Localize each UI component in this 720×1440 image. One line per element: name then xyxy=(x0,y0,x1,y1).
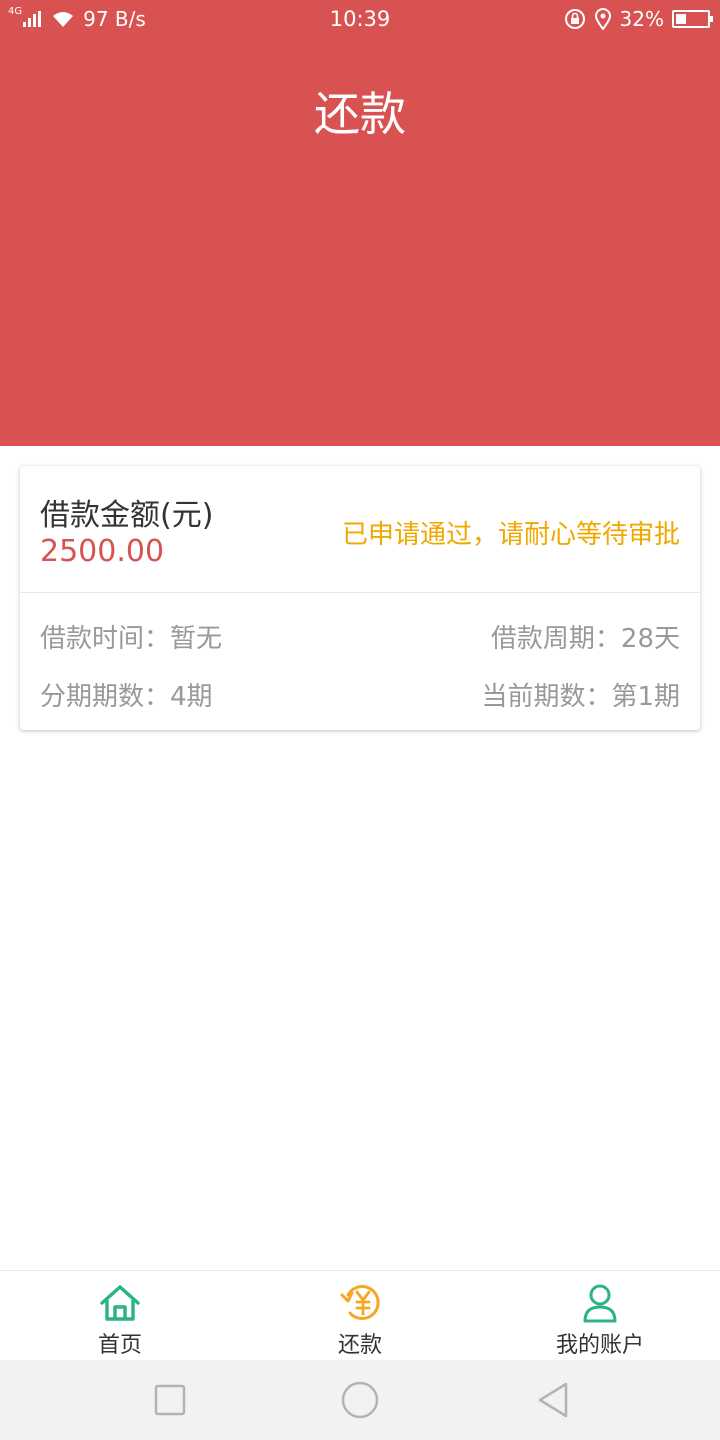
back-triangle-icon[interactable] xyxy=(534,1380,574,1420)
tab-home-label: 首页 xyxy=(97,1333,142,1358)
circle-icon[interactable] xyxy=(340,1380,380,1420)
location-icon xyxy=(594,8,611,30)
tab-home[interactable]: 首页 xyxy=(0,1271,240,1361)
tab-my-account[interactable]: 我的账户 xyxy=(480,1271,720,1361)
loan-card-summary: 借款金额(元) 2500.00 已申请通过，请耐心等待审批 xyxy=(20,466,700,593)
battery-percent: 32% xyxy=(619,7,664,31)
tab-repay[interactable]: 还款 xyxy=(240,1271,480,1361)
system-navigation-bar xyxy=(0,1360,720,1440)
loan-time: 借款时间：暂无 xyxy=(40,624,223,654)
current-installment: 当前期数：第1期 xyxy=(481,682,680,712)
user-icon xyxy=(583,1284,617,1323)
header-bar: 4G 97 B/s 10:39 32% 还款 xyxy=(0,0,720,446)
tab-my-account-label: 我的账户 xyxy=(555,1333,644,1358)
home-icon xyxy=(100,1285,140,1321)
loan-amount-value: 2500.00 xyxy=(40,534,165,569)
page-title: 还款 xyxy=(314,87,406,141)
repay-yuan-icon xyxy=(340,1285,380,1321)
loan-period: 借款周期：28天 xyxy=(490,624,680,654)
bottom-tab-bar: 首页 还款 我的账户 xyxy=(0,1270,720,1360)
loan-status: 已申请通过，请耐心等待审批 xyxy=(341,520,680,550)
installment-count: 分期期数：4期 xyxy=(40,682,213,712)
rotation-lock-icon xyxy=(564,9,585,29)
battery-icon xyxy=(672,10,713,28)
square-icon[interactable] xyxy=(150,1380,190,1420)
loan-card: 借款金额(元) 2500.00 已申请通过，请耐心等待审批 借款时间：暂无 借款… xyxy=(20,466,700,730)
status-bar: 4G 97 B/s 10:39 32% xyxy=(0,0,720,38)
loan-amount-label: 借款金额(元) xyxy=(40,498,214,533)
tab-repay-label: 还款 xyxy=(337,1333,382,1358)
battery-level xyxy=(676,14,686,24)
